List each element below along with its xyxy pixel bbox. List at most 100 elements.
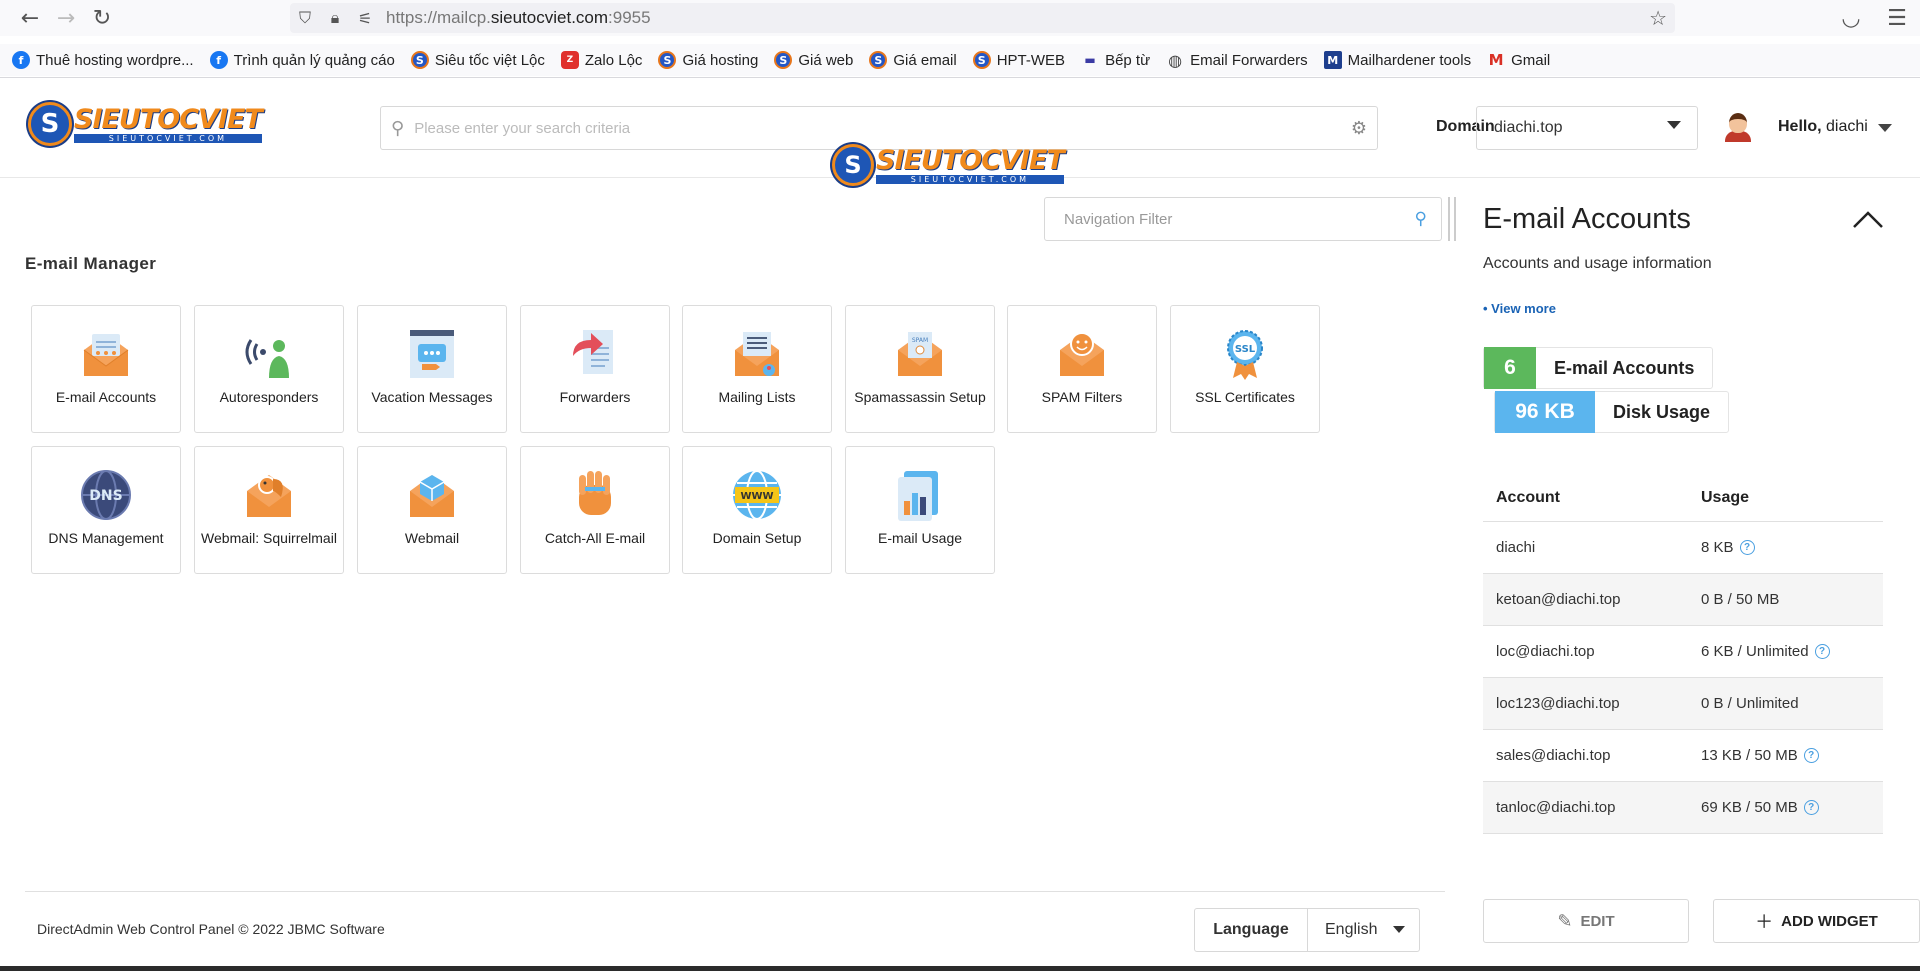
- help-icon[interactable]: ?: [1803, 800, 1819, 816]
- bookmark-label: Siêu tốc việt Lộc: [434, 51, 545, 69]
- tile-email-accounts[interactable]: E-mail Accounts: [31, 305, 181, 433]
- back-arrow-icon[interactable]: ←: [12, 0, 48, 36]
- search-input[interactable]: [414, 108, 1351, 148]
- tile-label: Catch-All E-mail: [544, 530, 646, 546]
- tile-forwarders[interactable]: Forwarders: [520, 305, 670, 433]
- reload-icon[interactable]: ↻: [84, 0, 120, 36]
- tile-dns-management[interactable]: DNS DNS Management: [31, 446, 181, 574]
- add-widget-button[interactable]: ＋ ADD WIDGET: [1713, 899, 1920, 943]
- stat-email-accounts: 6 E-mail Accounts: [1483, 347, 1714, 389]
- bookmark-item[interactable]: M Gmail: [1487, 51, 1551, 69]
- plus-icon: ＋: [1755, 912, 1774, 933]
- gmail-icon: M: [1488, 51, 1504, 69]
- language-selector: Language English: [1194, 908, 1420, 952]
- bookmark-item[interactable]: S Siêu tốc việt Lộc: [410, 51, 545, 69]
- sieutocviet-icon: S: [869, 51, 888, 69]
- gear-icon[interactable]: ⚙: [1351, 118, 1367, 139]
- account-cell: ketoan@diachi.top: [1483, 573, 1688, 626]
- bookmark-item[interactable]: S Giá hosting: [658, 51, 758, 69]
- svg-text:WWW: WWW: [740, 491, 773, 502]
- bookmark-item[interactable]: f Trình quản lý quảng cáo: [209, 51, 395, 69]
- tile-label: E-mail Accounts: [55, 389, 157, 405]
- help-icon[interactable]: ?: [1814, 644, 1830, 660]
- pocket-icon[interactable]: ◡: [1828, 0, 1874, 36]
- lock-icon[interactable]: 🔒︎: [320, 3, 350, 33]
- usage-value: 13 KB / 50 MB: [1701, 746, 1798, 764]
- edit-button[interactable]: ✎ EDIT: [1483, 899, 1689, 943]
- navigation-filter: ⚲: [1044, 197, 1442, 241]
- tile-catch-all[interactable]: Catch-All E-mail: [520, 446, 670, 574]
- tile-spamassassin[interactable]: SPAM Spamassassin Setup: [845, 305, 995, 433]
- forwarders-icon: [573, 330, 613, 374]
- account-cell: loc123@diachi.top: [1483, 677, 1688, 730]
- tile-webmail[interactable]: Webmail: [357, 446, 507, 574]
- spam-filters-icon: [1060, 332, 1104, 376]
- ssl-certificates-icon: SSL: [1227, 330, 1263, 380]
- column-header-usage: Usage: [1688, 476, 1883, 522]
- bookmark-item[interactable]: ▬ Bếp từ: [1081, 51, 1150, 69]
- table-row: diachi 8 KB?: [1483, 521, 1883, 574]
- account-cell: loc@diachi.top: [1483, 625, 1688, 678]
- browser-toolbar: ← → ↻ ⛉ 🔒︎ ⚟ https://mailcp.sieutocviet.…: [0, 0, 1920, 36]
- sieutocviet-logo[interactable]: S SIEUTOCVIET SIEUTOCVIET.COM: [28, 102, 263, 146]
- tile-label: SSL Certificates: [1195, 389, 1295, 405]
- address-bar[interactable]: ⛉ 🔒︎ ⚟ https://mailcp.sieutocviet.com:99…: [290, 3, 1675, 33]
- watermark-logo-text: SIEUTOCVIET: [876, 144, 1065, 176]
- search-icon: ⚲: [391, 117, 405, 139]
- bookmark-label: Gmail: [1511, 51, 1551, 69]
- tile-squirrelmail[interactable]: Webmail: Squirrelmail: [194, 446, 344, 574]
- bookmark-item[interactable]: ◍ Email Forwarders: [1166, 51, 1308, 70]
- stat-disk-usage-value: 96 KB: [1495, 391, 1595, 433]
- language-select[interactable]: English: [1308, 909, 1419, 951]
- domain-select[interactable]: diachi.top: [1476, 106, 1698, 150]
- svg-text:DNS: DNS: [89, 488, 122, 504]
- shield-icon[interactable]: ⛉: [290, 3, 320, 33]
- widget-subtitle: Accounts and usage information: [1483, 255, 1712, 272]
- navigation-filter-input[interactable]: [1064, 210, 1415, 228]
- menu-icon[interactable]: ☰: [1874, 0, 1920, 36]
- sieutocviet-icon: S: [410, 51, 429, 69]
- help-icon[interactable]: ?: [1739, 540, 1755, 556]
- tile-ssl-certificates[interactable]: SSL SSL Certificates: [1170, 305, 1320, 433]
- bookmark-label: Thuê hosting wordpre...: [36, 51, 194, 69]
- logo-s-badge: S: [28, 102, 72, 146]
- sieutocviet-icon: S: [658, 51, 677, 69]
- account-cell: sales@diachi.top: [1483, 729, 1688, 782]
- bookmark-item[interactable]: S Giá web: [774, 51, 853, 69]
- panel-resize-handle[interactable]: [1448, 197, 1456, 241]
- stat-disk-usage: 96 KB Disk Usage: [1494, 391, 1730, 433]
- usage-value: 6 KB / Unlimited: [1701, 642, 1809, 660]
- bookmark-star-icon[interactable]: ☆: [1649, 6, 1667, 30]
- avatar[interactable]: [1722, 110, 1754, 142]
- tile-label: Webmail: [404, 530, 460, 546]
- user-menu[interactable]: Hello, diachi: [1778, 118, 1868, 136]
- stat-email-accounts-value: 6: [1484, 347, 1536, 389]
- help-icon[interactable]: ?: [1803, 748, 1819, 764]
- logo-text: SIEUTOCVIET: [74, 103, 263, 135]
- svg-text:SSL: SSL: [1235, 344, 1256, 355]
- bookmark-item[interactable]: S HPT-WEB: [972, 51, 1065, 69]
- permissions-icon[interactable]: ⚟: [350, 3, 380, 33]
- forward-arrow-icon[interactable]: →: [48, 0, 84, 36]
- tile-vacation-messages[interactable]: Vacation Messages: [357, 305, 507, 433]
- bookmark-item[interactable]: f Thuê hosting wordpre...: [12, 51, 194, 69]
- view-more-link[interactable]: • View more: [1483, 301, 1556, 316]
- usage-value: 8 KB: [1701, 538, 1734, 556]
- tile-label: Vacation Messages: [371, 389, 493, 405]
- tile-autoresponders[interactable]: Autoresponders: [194, 305, 344, 433]
- url-text[interactable]: https://mailcp.sieutocviet.com:9955: [386, 8, 651, 28]
- user-menu-caret-icon[interactable]: [1878, 124, 1892, 132]
- tile-email-usage[interactable]: E-mail Usage: [845, 446, 995, 574]
- tile-spam-filters[interactable]: SPAM Filters: [1007, 305, 1157, 433]
- bookmark-item[interactable]: S Giá email: [869, 51, 957, 69]
- spamassassin-icon: SPAM: [898, 332, 942, 376]
- bookmark-item[interactable]: M Mailhardener tools: [1323, 51, 1471, 69]
- chevron-up-icon[interactable]: [1852, 204, 1884, 236]
- mailing-lists-icon: [735, 332, 779, 376]
- tile-mailing-lists[interactable]: Mailing Lists: [682, 305, 832, 433]
- account-cell: diachi: [1483, 521, 1688, 574]
- bookmark-item[interactable]: Z Zalo Lộc: [560, 51, 642, 69]
- tile-domain-setup[interactable]: WWW Domain Setup: [682, 446, 832, 574]
- facebook-icon: f: [209, 51, 228, 69]
- usage-cell: 13 KB / 50 MB?: [1688, 729, 1883, 782]
